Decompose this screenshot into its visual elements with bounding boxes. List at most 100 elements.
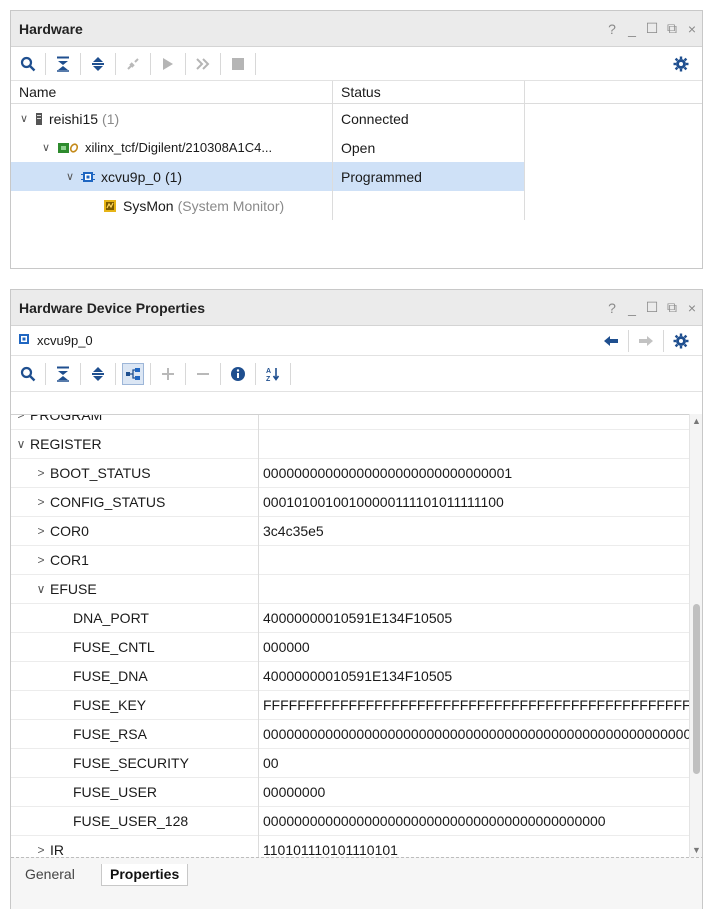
column-name[interactable]: Name — [11, 81, 333, 103]
property-value: 40000000010591E134F10505 — [263, 610, 453, 626]
property-value: 00000000000000000000000000000001 — [263, 465, 513, 481]
svg-text:A: A — [266, 368, 271, 375]
property-row-ir[interactable]: > IR 110101110101110101 — [11, 835, 691, 857]
property-row-efuse[interactable]: ∨ EFUSE — [11, 574, 691, 604]
property-row-fuse-user-128[interactable]: FUSE_USER_128 00000000000000000000000000… — [11, 806, 691, 836]
property-value: 40000000010591E134F10505 — [263, 668, 453, 684]
server-icon — [35, 112, 43, 126]
device-count: (1) — [164, 168, 183, 185]
tree-row-device[interactable]: ∨ xcvu9p_0 (1) Programmed — [11, 162, 702, 191]
property-value: 0000000000000000000000000000000000000000… — [263, 726, 691, 742]
tree-row-sysmon[interactable]: SysMon (System Monitor) — [11, 191, 702, 220]
stop-trigger-icon[interactable] — [227, 53, 249, 75]
auto-connect-icon[interactable] — [122, 53, 144, 75]
help-button[interactable]: ? — [602, 21, 622, 37]
forward-arrow-icon[interactable] — [635, 330, 657, 352]
property-value: 000000 — [263, 639, 310, 655]
tree-row-server[interactable]: ∨ reishi15 (1) Connected — [11, 104, 702, 133]
vertical-scrollbar[interactable]: ▲ ▼ — [689, 414, 702, 857]
expand-toggle-icon[interactable]: > — [35, 524, 47, 538]
property-value: 0000000000000000000000000000000000000000… — [263, 813, 606, 829]
property-row-cor0[interactable]: > COR0 3c4c35e5 — [11, 516, 691, 546]
server-name: reishi15 — [49, 110, 99, 127]
chip-icon — [81, 170, 95, 184]
expand-toggle-icon[interactable]: ∨ — [17, 112, 31, 125]
search-icon[interactable] — [17, 53, 39, 75]
property-key: FUSE_USER — [73, 784, 158, 800]
server-count: (1) — [102, 110, 120, 127]
close-button[interactable]: × — [682, 300, 702, 316]
close-button[interactable]: × — [682, 21, 702, 37]
scroll-up-icon[interactable]: ▲ — [692, 416, 701, 426]
properties-tabs: General Properties — [11, 857, 702, 909]
scroll-down-icon[interactable]: ▼ — [692, 845, 701, 855]
expand-toggle-icon[interactable]: > — [35, 553, 47, 567]
device-name: xcvu9p_0 — [101, 168, 161, 185]
help-button[interactable]: ? — [602, 300, 622, 316]
window-controls: ? _ ☐ ⧉ × — [602, 20, 702, 37]
maximize-button[interactable]: ☐ — [642, 299, 662, 316]
property-row-fuse-cntl[interactable]: FUSE_CNTL 000000 — [11, 632, 691, 662]
maximize-button[interactable]: ☐ — [642, 20, 662, 37]
expand-toggle-icon[interactable]: > — [35, 466, 47, 480]
info-icon[interactable] — [227, 363, 249, 385]
gear-icon[interactable] — [670, 53, 692, 75]
collapse-all-icon[interactable] — [52, 53, 74, 75]
property-key: IR — [50, 842, 64, 857]
collapse-toggle-icon[interactable]: ∨ — [35, 582, 47, 596]
property-row-fuse-dna[interactable]: FUSE_DNA 40000000010591E134F10505 — [11, 661, 691, 691]
hardware-titlebar: Hardware ? _ ☐ ⧉ × — [11, 11, 702, 47]
run-trigger-icon[interactable] — [157, 53, 179, 75]
property-row-fuse-user[interactable]: FUSE_USER 00000000 — [11, 777, 691, 807]
expand-toggle-icon[interactable]: > — [35, 495, 47, 509]
property-row-program[interactable]: > PROGRAM — [11, 415, 691, 430]
remove-icon[interactable] — [192, 363, 214, 385]
property-row-fuse-rsa[interactable]: FUSE_RSA 0000000000000000000000000000000… — [11, 719, 691, 749]
minimize-button[interactable]: _ — [622, 21, 642, 37]
board-icon — [57, 141, 79, 155]
tab-properties[interactable]: Properties — [101, 864, 189, 886]
tree-row-target[interactable]: ∨ xilinx_tcf/Digilent/210308A1C4... Open — [11, 133, 702, 162]
expand-all-icon[interactable] — [87, 53, 109, 75]
sysmon-status — [333, 191, 525, 220]
gear-icon[interactable] — [670, 330, 692, 352]
minimize-button[interactable]: _ — [622, 300, 642, 316]
property-row-fuse-security[interactable]: FUSE_SECURITY 00 — [11, 748, 691, 778]
server-status: Connected — [333, 104, 525, 133]
property-key: DNA_PORT — [73, 610, 149, 626]
property-row-register[interactable]: ∨ REGISTER — [11, 429, 691, 459]
property-value: 110101110101110101 — [263, 842, 398, 857]
back-arrow-icon[interactable] — [600, 330, 622, 352]
scroll-thumb[interactable] — [693, 604, 700, 774]
trigger-immediate-icon[interactable] — [192, 53, 214, 75]
sort-az-icon[interactable]: AZ — [262, 363, 284, 385]
collapse-all-icon[interactable] — [52, 363, 74, 385]
property-row-boot-status[interactable]: > BOOT_STATUS 000000000000000000000000000… — [11, 458, 691, 488]
expand-toggle-icon[interactable]: ∨ — [63, 170, 77, 183]
property-row-config-status[interactable]: > CONFIG_STATUS 0001010010010000011110101… — [11, 487, 691, 517]
tab-general[interactable]: General — [17, 864, 83, 886]
properties-toolbar: AZ — [11, 356, 702, 392]
property-key: FUSE_DNA — [73, 668, 148, 684]
property-row-cor1[interactable]: > COR1 — [11, 545, 691, 575]
property-value: 00000000 — [263, 784, 326, 800]
properties-titlebar: Hardware Device Properties ? _ ☐ ⧉ × — [11, 290, 702, 326]
expand-toggle-icon[interactable]: > — [35, 843, 47, 857]
property-key: COR1 — [50, 552, 89, 568]
group-by-category-icon[interactable] — [122, 362, 144, 385]
column-status[interactable]: Status — [333, 81, 525, 103]
properties-table: > PROGRAM ∨ REGISTER > BOOT_STATUS 00000000… — [11, 414, 691, 857]
property-row-fuse-key[interactable]: FUSE_KEY FFFFFFFFFFFFFFFFFFFFFFFFFFFFFFF… — [11, 690, 691, 720]
sysmon-name: SysMon — [123, 197, 174, 214]
collapse-toggle-icon[interactable]: ∨ — [15, 437, 27, 451]
float-button[interactable]: ⧉ — [662, 299, 682, 316]
add-icon[interactable] — [157, 363, 179, 385]
hardware-panel: Hardware ? _ ☐ ⧉ × Name Status ∨ reishi1… — [10, 10, 703, 269]
expand-toggle-icon[interactable]: > — [15, 415, 27, 422]
expand-toggle-icon[interactable]: ∨ — [39, 141, 53, 154]
float-button[interactable]: ⧉ — [662, 20, 682, 37]
expand-all-icon[interactable] — [87, 363, 109, 385]
property-row-dna-port[interactable]: DNA_PORT 40000000010591E134F10505 — [11, 603, 691, 633]
search-icon[interactable] — [17, 363, 39, 385]
hardware-title: Hardware — [19, 20, 83, 37]
